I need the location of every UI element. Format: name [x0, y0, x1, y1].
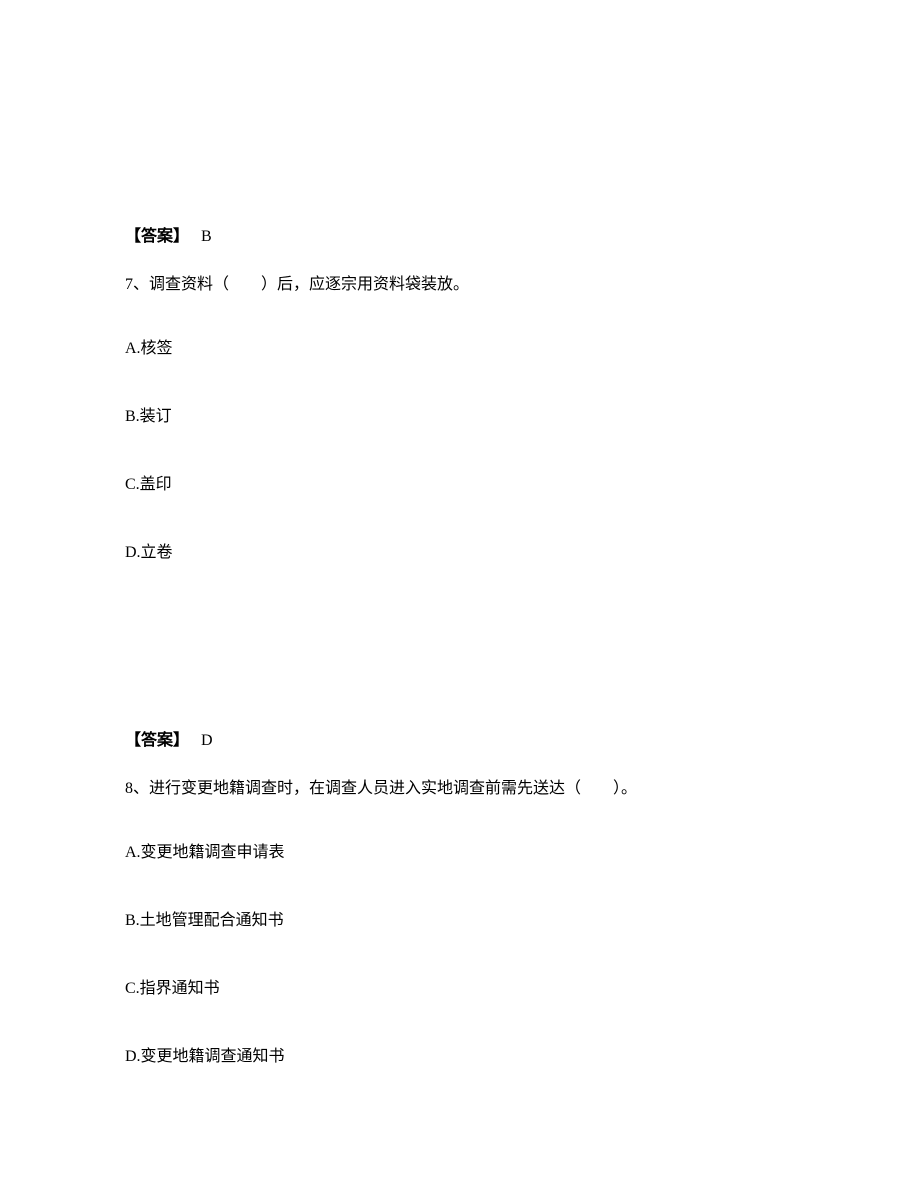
- question-number: 8、: [125, 780, 149, 797]
- question-body: 调查资料（ ）后，应逐宗用资料袋装放。: [149, 276, 469, 293]
- spacer: [125, 609, 795, 729]
- option-7-d: D.立卷: [125, 541, 795, 565]
- option-7-b: B.装订: [125, 405, 795, 429]
- option-8-c: C.指界通知书: [125, 977, 795, 1001]
- question-7-text: 7、调查资料（ ）后，应逐宗用资料袋装放。: [125, 273, 795, 297]
- option-7-c: C.盖印: [125, 473, 795, 497]
- option-8-b: B.土地管理配合通知书: [125, 909, 795, 933]
- answer-6: 【答案】 B: [125, 225, 795, 249]
- answer-7: 【答案】 D: [125, 729, 795, 753]
- answer-value: B: [201, 228, 212, 245]
- answer-value: D: [201, 732, 213, 749]
- option-8-a: A.变更地籍调查申请表: [125, 841, 795, 865]
- answer-label: 【答案】: [125, 732, 189, 749]
- option-7-a: A.核签: [125, 337, 795, 361]
- option-8-d: D.变更地籍调查通知书: [125, 1045, 795, 1069]
- question-number: 7、: [125, 276, 149, 293]
- question-body: 进行变更地籍调查时，在调查人员进入实地调查前需先送达（ ）。: [149, 780, 637, 797]
- question-8-text: 8、进行变更地籍调查时，在调查人员进入实地调查前需先送达（ ）。: [125, 777, 795, 801]
- answer-label: 【答案】: [125, 228, 189, 245]
- document-page: 【答案】 B 7、调查资料（ ）后，应逐宗用资料袋装放。 A.核签 B.装订 C.…: [0, 0, 920, 1069]
